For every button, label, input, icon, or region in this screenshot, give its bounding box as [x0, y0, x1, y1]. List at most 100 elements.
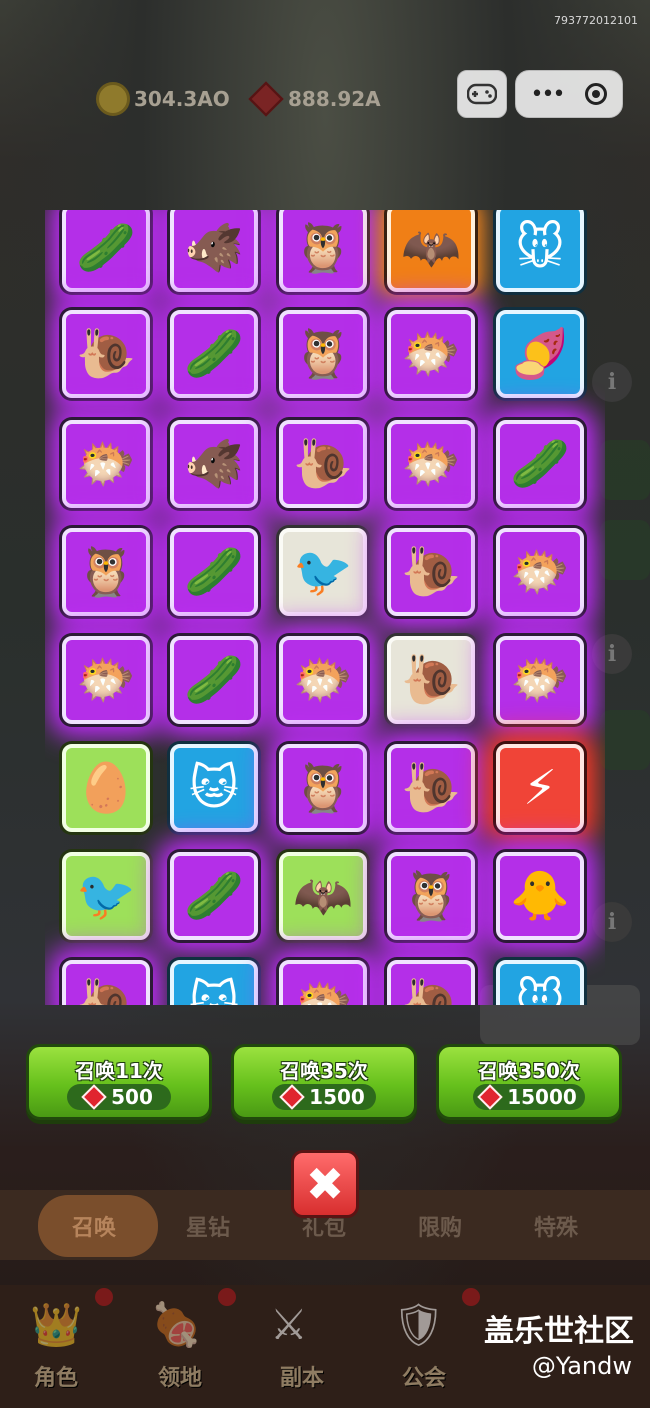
hero-portrait-icon: 🥒	[184, 868, 244, 924]
hero-card-blue[interactable]: 🍠	[496, 310, 584, 398]
hero-portrait-icon: 🐌	[401, 760, 461, 816]
hero-portrait-icon: 🦉	[293, 326, 353, 382]
notification-dot	[218, 1288, 236, 1306]
hero-portrait-icon: 🐌	[293, 436, 353, 492]
hero-card-purple[interactable]: 🦉	[279, 310, 367, 398]
notification-dot	[462, 1288, 480, 1306]
hero-card-purple[interactable]: 🦉	[279, 744, 367, 832]
target-circle-icon[interactable]	[585, 83, 608, 105]
hero-card-blue[interactable]: 🐭	[496, 210, 584, 292]
hero-card-purple[interactable]: 🦉	[62, 528, 150, 616]
hero-card-white[interactable]: 🐦	[279, 528, 367, 616]
gem-icon	[248, 81, 284, 117]
summon-cost: 500	[67, 1084, 171, 1110]
hero-card-green[interactable]: 🥚	[62, 744, 150, 832]
summon-label: 召唤350次	[478, 1059, 580, 1083]
hero-portrait-icon: ⚡	[523, 760, 557, 816]
tab-special[interactable]: 特殊	[534, 1210, 578, 1242]
hero-card-purple[interactable]: 🥒	[496, 420, 584, 508]
hero-portrait-icon: 🐡	[76, 652, 136, 708]
hero-portrait-icon: 🥒	[510, 436, 570, 492]
hero-portrait-icon: 🦇	[401, 220, 461, 276]
coin-counter: 304.3AO	[96, 80, 230, 118]
hero-card-purple[interactable]: 🦉	[279, 210, 367, 292]
nav-dungeon[interactable]: 副本	[280, 1360, 324, 1392]
nav-territory[interactable]: 领地	[158, 1360, 202, 1392]
hero-card-purple[interactable]: 🐌	[279, 420, 367, 508]
hero-portrait-icon: 🦉	[293, 220, 353, 276]
hero-card-purple[interactable]: 🐌	[387, 960, 475, 1005]
summon-35-button[interactable]: 召唤35次 1500	[231, 1044, 417, 1120]
hero-card-purple[interactable]: 🐡	[496, 636, 584, 724]
hero-portrait-icon: 🥒	[184, 326, 244, 382]
hero-card-purple[interactable]: 🥒	[170, 528, 258, 616]
hero-card-purple[interactable]: 🥒	[170, 852, 258, 940]
summon-cost: 1500	[272, 1084, 376, 1110]
user-id: 793772012101	[554, 14, 638, 27]
summon-350-button[interactable]: 召唤350次 15000	[436, 1044, 622, 1120]
ruby-icon	[477, 1084, 503, 1110]
watermark-handle: @Yandw	[531, 1352, 632, 1380]
nav-characters[interactable]: 角色	[34, 1360, 78, 1392]
hero-card-red[interactable]: ⚡	[496, 744, 584, 832]
hero-portrait-icon: 🐗	[184, 436, 244, 492]
tab-summon[interactable]: 召唤	[72, 1210, 116, 1242]
cost-value: 1500	[309, 1085, 365, 1109]
side-panel	[600, 520, 650, 580]
gem-value: 888.92A	[288, 87, 381, 111]
hero-portrait-icon: 🐭	[514, 220, 566, 276]
hero-portrait-icon: 🥚	[76, 760, 136, 816]
hero-card-purple[interactable]: 🐡	[387, 310, 475, 398]
hero-portrait-icon: 🐡	[293, 652, 353, 708]
hero-card-purple[interactable]: 🥒	[170, 310, 258, 398]
more-dots-icon[interactable]: •••	[531, 82, 566, 107]
tab-star-diamond[interactable]: 星钻	[186, 1210, 230, 1242]
hero-card-purple[interactable]: 🐗	[170, 210, 258, 292]
cost-value: 500	[111, 1085, 153, 1109]
hero-portrait-icon: 🥒	[76, 220, 136, 276]
summon-11-button[interactable]: 召唤11次 500	[26, 1044, 212, 1120]
summon-cost: 15000	[473, 1084, 585, 1110]
summon-results-grid: 🥒 🐗 🦉 🦇 🐭 🐌 🥒 🦉 🐡 🍠 🐡 🐗 🐌 🐡 🥒 🦉 🥒 🐦 🐌 🐡 🐡 🥒 🐡 🐌 🐡 🥚 🐱 🦉 🐌 ⚡ 🐦 🥒 🦇 🦉 🐥 🐌 🐱 🐡 🐌 🐭	[45, 210, 605, 1005]
close-button[interactable]: ✖	[291, 1150, 359, 1218]
hero-portrait-icon: 🦇	[293, 868, 353, 924]
tab-limited[interactable]: 限购	[418, 1210, 462, 1242]
hero-portrait-icon: 🥒	[184, 652, 244, 708]
hero-portrait-icon: 🐡	[510, 652, 570, 708]
hero-card-blue[interactable]: 🐱	[170, 744, 258, 832]
ruby-icon	[81, 1084, 107, 1110]
hero-card-blue[interactable]: 🐭	[496, 960, 584, 1005]
hero-card-purple[interactable]: 🐡	[496, 528, 584, 616]
hero-portrait-icon: 🐗	[184, 220, 244, 276]
guild-icon: 🛡	[392, 1300, 446, 1349]
hero-card-white[interactable]: 🐌	[387, 636, 475, 724]
hero-card-purple[interactable]: 🐡	[387, 420, 475, 508]
hero-card-purple[interactable]: 🐡	[62, 420, 150, 508]
hero-card-purple[interactable]: 🐌	[387, 528, 475, 616]
hero-card-orange[interactable]: 🦇	[387, 210, 475, 292]
gamepad-button[interactable]	[457, 70, 507, 118]
hero-card-purple[interactable]: 🐡	[279, 636, 367, 724]
hero-card-blue[interactable]: 🐱	[170, 960, 258, 1005]
hero-card-purple[interactable]: 🐡	[62, 636, 150, 724]
hero-card-purple[interactable]: 🦉	[387, 852, 475, 940]
summon-label: 召唤35次	[280, 1059, 368, 1083]
hero-portrait-icon: 🍠	[510, 326, 570, 382]
hero-card-purple[interactable]: 🥒	[62, 210, 150, 292]
hero-portrait-icon: 🐌	[76, 326, 136, 382]
notification-dot	[95, 1288, 113, 1306]
hero-card-purple[interactable]: 🐌	[62, 960, 150, 1005]
watermark-title: 盖乐世社区	[484, 1314, 634, 1349]
territory-icon: 🍖	[150, 1300, 203, 1349]
hero-card-purple[interactable]: 🐗	[170, 420, 258, 508]
hero-card-purple[interactable]: 🐡	[279, 960, 367, 1005]
hero-card-purple[interactable]: 🐌	[62, 310, 150, 398]
hero-card-green[interactable]: 🦇	[279, 852, 367, 940]
hero-portrait-icon: 🐭	[514, 976, 566, 1005]
mini-program-capsule: •••	[515, 70, 623, 118]
hero-card-purple[interactable]: 🐌	[387, 744, 475, 832]
nav-guild[interactable]: 公会	[402, 1360, 446, 1392]
hero-card-purple[interactable]: 🥒	[170, 636, 258, 724]
hero-card-green[interactable]: 🐦	[62, 852, 150, 940]
hero-card-purple[interactable]: 🐥	[496, 852, 584, 940]
